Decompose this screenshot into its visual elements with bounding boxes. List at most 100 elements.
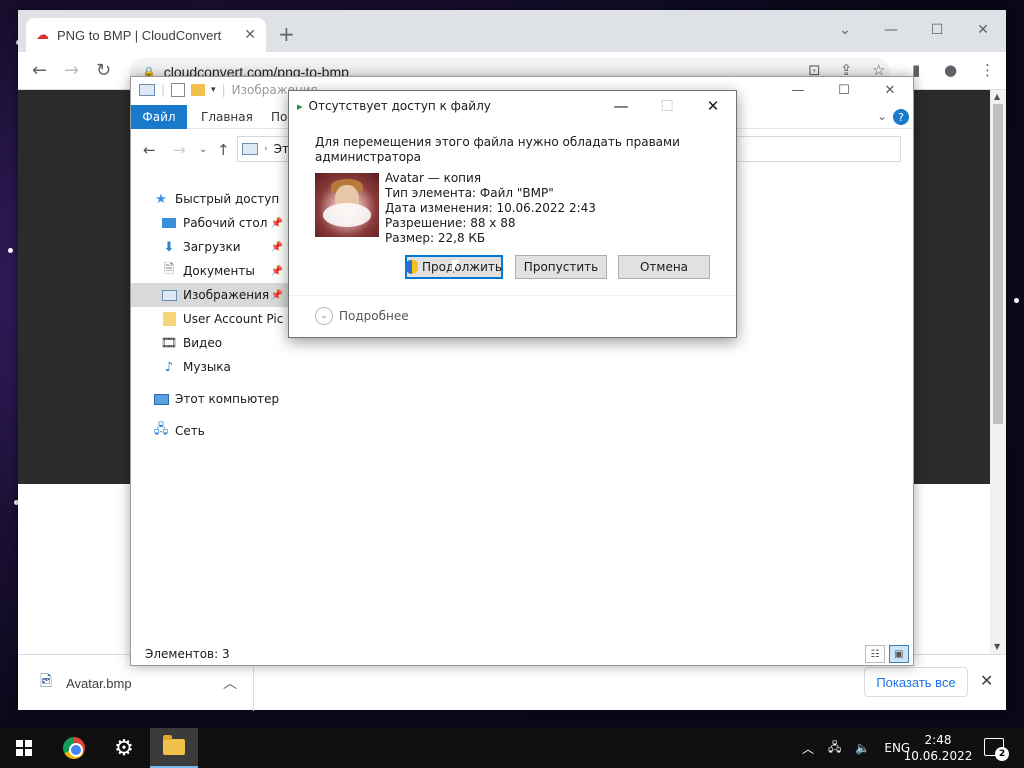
taskbar-chrome-button[interactable] <box>50 728 98 768</box>
expand-ribbon-icon[interactable]: ⌄ <box>877 109 887 123</box>
browser-window-controls: ⌄ — ☐ ✕ <box>822 16 1006 44</box>
sidebar-item-quick-access[interactable]: ★ Быстрый доступ <box>153 187 289 211</box>
chevron-down-icon: ⌄ <box>315 307 333 325</box>
skip-button[interactable]: Пропустить <box>515 255 607 279</box>
forward-icon[interactable]: → <box>64 60 79 81</box>
sidebar-item-pictures[interactable]: Изображения 📌 <box>131 283 289 307</box>
maximize-icon[interactable]: ☐ <box>914 16 960 44</box>
scroll-up-icon[interactable]: ▲ <box>994 92 1000 101</box>
forward-icon[interactable]: → <box>173 141 186 159</box>
minimize-icon[interactable]: — <box>775 77 821 103</box>
maximize-icon[interactable]: ☐ <box>821 77 867 103</box>
file-resolution: Разрешение: 88 x 88 <box>385 216 516 230</box>
chevron-up-icon[interactable]: ︿ <box>223 673 237 693</box>
tab-title: PNG to BMP | CloudConvert <box>57 27 222 43</box>
sidebar-item-documents[interactable]: 🗎 Документы 📌 <box>161 259 289 283</box>
sidebar-item-video[interactable]: 🎞 Видео <box>161 331 289 355</box>
close-download-bar-icon[interactable]: ✕ <box>980 671 993 690</box>
more-details-toggle[interactable]: ⌄ Подробнее <box>315 307 409 325</box>
file-details: Avatar — копия Тип элемента: Файл "BMP" … <box>385 171 596 246</box>
minimize-icon[interactable]: — <box>868 16 914 44</box>
details-view-icon[interactable]: ☷ <box>865 645 885 663</box>
file-access-dialog: ▸ Отсутствует доступ к файлу — ☐ ✕ Для п… <box>288 90 737 338</box>
address-crumb: Эт <box>273 142 289 156</box>
download-file-name: Avatar.bmp <box>66 675 132 691</box>
file-explorer-icon <box>163 735 185 755</box>
help-icon[interactable]: ? <box>893 109 909 125</box>
dialog-divider <box>289 295 736 296</box>
dialog-window-controls: — ☐ ✕ <box>598 91 736 121</box>
computer-icon <box>153 391 169 407</box>
address-separator-icon: › <box>264 144 268 154</box>
network-status-icon[interactable]: 🖧 <box>828 738 841 759</box>
close-icon[interactable]: ✕ <box>867 77 913 103</box>
pin-icon[interactable]: 📌 <box>271 290 283 301</box>
network-icon: 🖧 <box>153 422 169 437</box>
file-type: Тип элемента: Файл "BMP" <box>385 186 554 200</box>
volume-muted-icon[interactable]: 🔈 <box>855 741 870 755</box>
pin-icon[interactable]: 📌 <box>271 218 283 229</box>
system-tray: ︿ 🖧 🔈 ENG <box>802 728 910 768</box>
page-scrollbar[interactable]: ▲ ▼ <box>990 90 1006 654</box>
profile-avatar-icon[interactable]: ● <box>944 61 957 79</box>
windows-logo-icon <box>16 740 32 756</box>
pin-icon[interactable]: 📌 <box>271 266 283 277</box>
folder-icon <box>161 311 177 327</box>
sidebar-item-this-pc[interactable]: Этот компьютер <box>153 387 289 411</box>
clock-time: 2:48 <box>924 733 952 747</box>
document-icon: 🗎 <box>163 262 175 277</box>
up-icon[interactable]: ↑ <box>217 141 230 159</box>
star-icon: ★ <box>155 191 167 207</box>
action-center-icon[interactable]: 2 <box>984 738 1009 761</box>
cancel-button[interactable]: Отмена <box>618 255 710 279</box>
close-icon[interactable]: ✕ <box>960 16 1006 44</box>
scrollbar-thumb[interactable] <box>993 104 1003 424</box>
tab-file[interactable]: Файл <box>131 105 187 129</box>
film-icon: 🎞 <box>160 335 178 351</box>
customize-toolbar-icon[interactable]: ▾ <box>211 85 216 95</box>
music-note-icon: ♪ <box>164 359 174 375</box>
start-button[interactable] <box>0 728 48 768</box>
sidebar-item-desktop[interactable]: Рабочий стол 📌 <box>161 211 289 235</box>
tab-home[interactable]: Главная <box>201 105 253 129</box>
show-hidden-icons-icon[interactable]: ︿ <box>802 740 814 757</box>
desktop-icon <box>161 215 177 231</box>
menu-kebab-icon[interactable]: ⋮ <box>980 61 995 79</box>
dialog-title: Отсутствует доступ к файлу <box>308 99 491 113</box>
sidebar-item-downloads[interactable]: ⬇ Загрузки 📌 <box>161 235 289 259</box>
wallpaper-dot <box>8 248 13 253</box>
browser-tab[interactable]: ☁ PNG to BMP | CloudConvert ✕ <box>26 18 266 52</box>
back-icon[interactable]: ← <box>143 141 156 159</box>
back-icon[interactable]: ← <box>32 60 47 81</box>
large-icons-view-icon[interactable]: ▣ <box>889 645 909 663</box>
pictures-folder-icon <box>139 84 155 96</box>
scroll-down-icon[interactable]: ▼ <box>994 642 1000 651</box>
new-tab-button[interactable]: + <box>278 22 295 46</box>
taskbar: ⚙ ︿ 🖧 🔈 ENG 2:48 10.06.2022 2 <box>0 728 1024 768</box>
reload-icon[interactable]: ↻ <box>96 60 111 81</box>
close-icon[interactable]: ✕ <box>690 91 736 121</box>
file-size: Размер: 22,8 КБ <box>385 231 486 245</box>
download-arrow-icon: ⬇ <box>163 239 175 255</box>
taskbar-explorer-button[interactable] <box>150 728 198 768</box>
sidebar-item-user-account[interactable]: User Account Pic <box>161 307 289 331</box>
properties-icon[interactable] <box>171 83 186 97</box>
taskbar-settings-button[interactable]: ⚙ <box>100 728 148 768</box>
taskbar-clock[interactable]: 2:48 10.06.2022 <box>900 732 976 764</box>
sidebar-item-network[interactable]: 🖧 Сеть <box>153 419 289 443</box>
new-folder-icon[interactable] <box>191 84 206 96</box>
show-all-button[interactable]: Показать все <box>864 667 968 697</box>
pin-icon[interactable]: 📌 <box>271 242 283 253</box>
file-name: Avatar — копия <box>385 171 482 185</box>
sidebar-item-music[interactable]: ♪ Музыка <box>161 355 289 379</box>
wallpaper-dot <box>1014 298 1019 303</box>
recent-locations-icon[interactable]: ⌄ <box>199 144 207 155</box>
minimize-icon[interactable]: — <box>598 91 644 121</box>
tab-strip: ☁ PNG to BMP | CloudConvert ✕ + ⌄ — ☐ ✕ <box>18 10 1006 52</box>
mouse-cursor-icon <box>452 260 459 274</box>
file-modified: Дата изменения: 10.06.2022 2:43 <box>385 201 596 215</box>
explorer-window-controls: — ☐ ✕ <box>775 77 913 103</box>
tab-search-icon[interactable]: ⌄ <box>822 16 868 44</box>
tab-close-icon[interactable]: ✕ <box>244 27 256 43</box>
item-count-status: Элементов: 3 <box>145 647 230 661</box>
